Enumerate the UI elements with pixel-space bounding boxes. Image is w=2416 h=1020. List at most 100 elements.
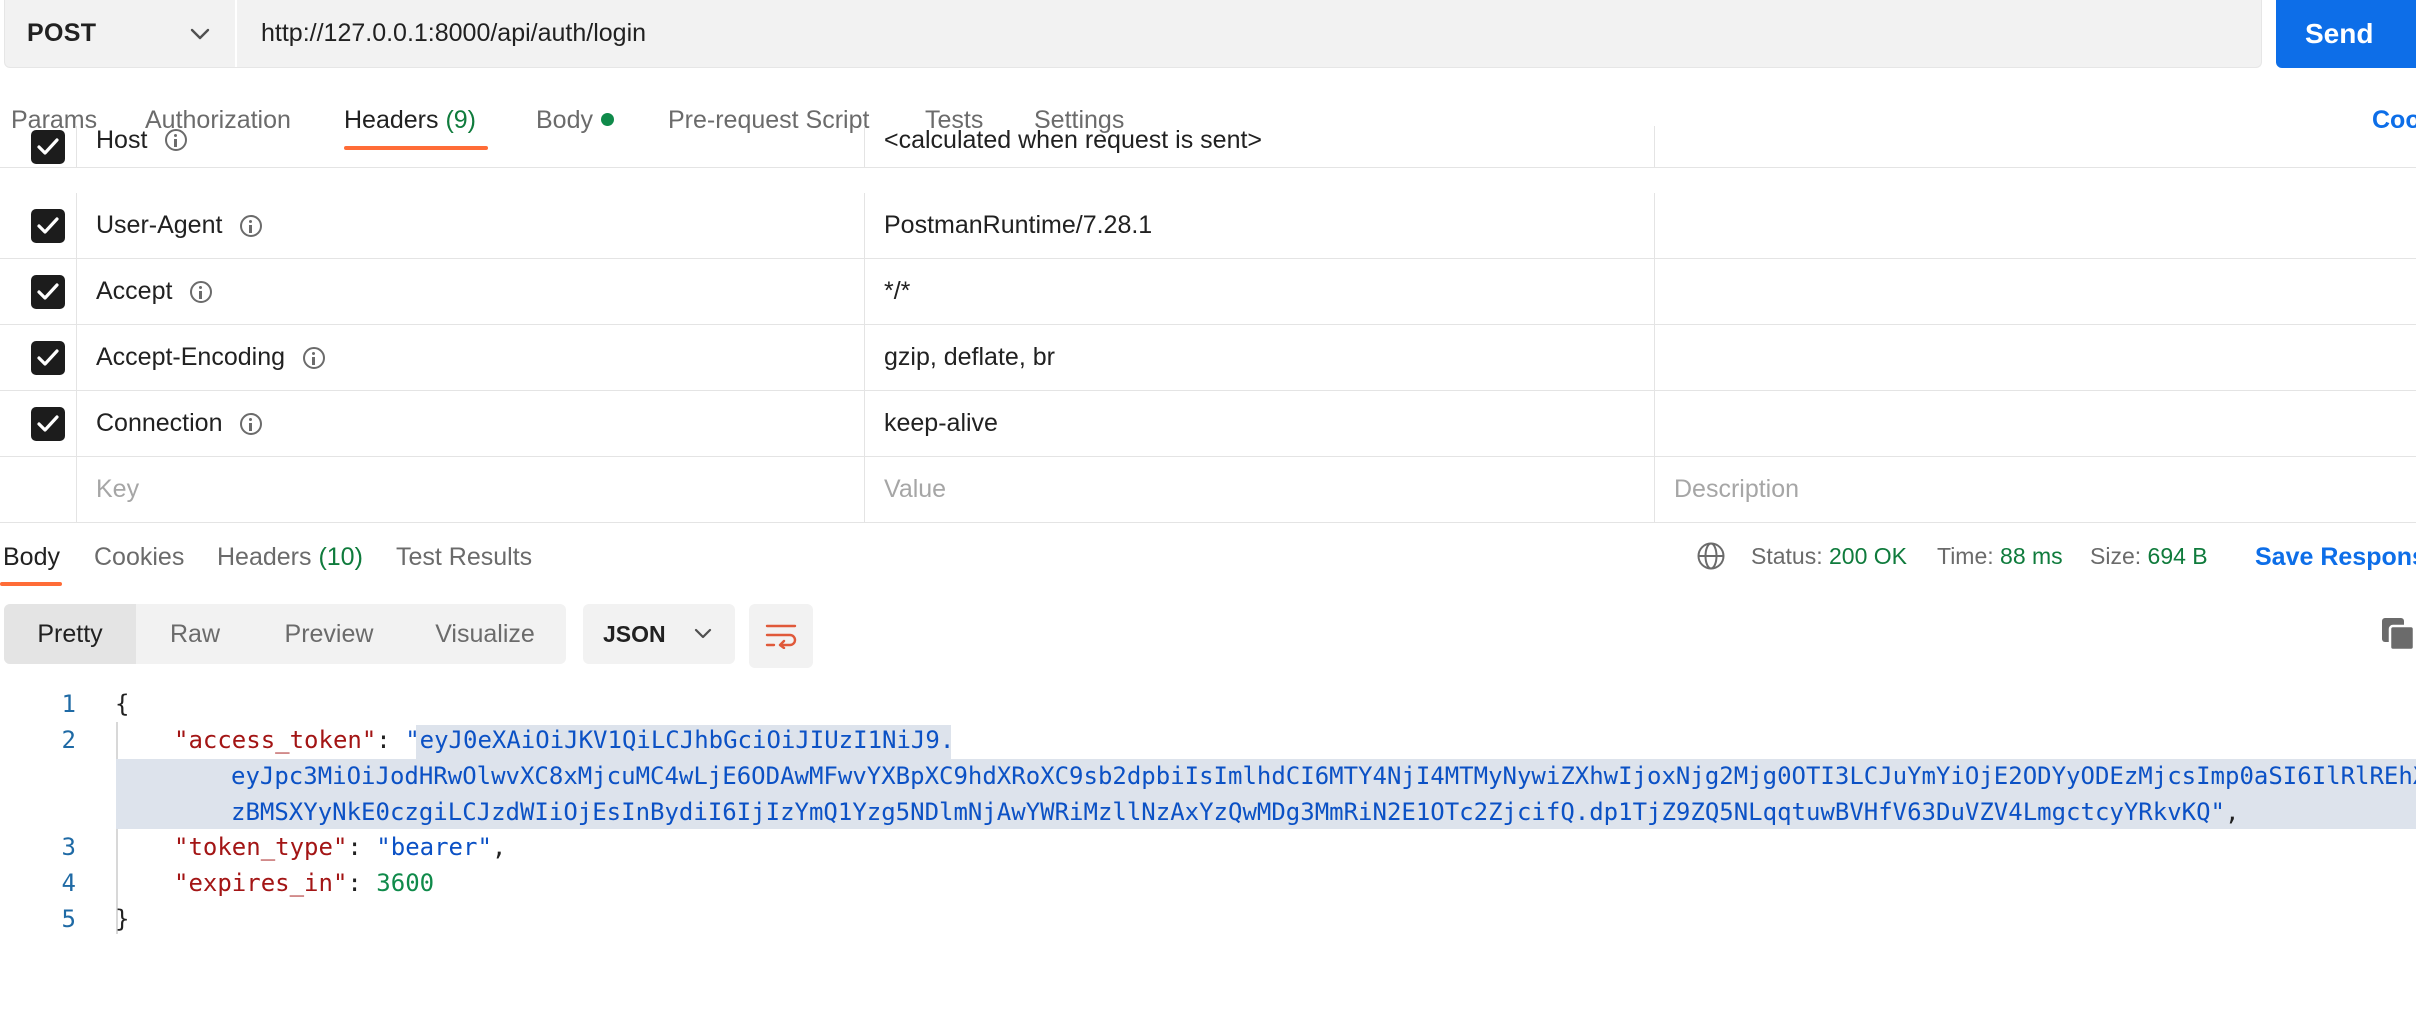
json-line-access-token: "access_token": "eyJ0eXAiOiJKV1QiLCJhbGc… [174,726,955,754]
row-checkbox-cell [0,325,77,390]
view-mode-pretty[interactable]: Pretty [4,604,136,664]
row-checkbox[interactable] [31,209,65,243]
view-mode-visualize[interactable]: Visualize [404,604,566,664]
json-key: "expires_in" [174,869,348,897]
row-checkbox-cell [0,126,77,167]
status-value: 200 OK [1829,543,1907,569]
table-row: Host <calculated when request is sent> [0,126,2416,168]
header-value: <calculated when request is sent> [884,126,1263,154]
json-key: "token_type" [174,833,348,861]
view-mode-segmented-control: Pretty Raw Preview Visualize [4,604,566,664]
response-tab-headers-count: (10) [318,543,363,571]
json-string-value: eyJpc3MiOiJodHRwOlwvXC8xMjcuMC4wLjE6ODAw… [231,762,2416,790]
checkmark-icon [37,283,59,300]
json-quote: " [405,726,420,754]
json-quote: " [2210,798,2225,826]
json-number-value: 3600 [376,869,435,897]
response-tab-headers[interactable]: Headers (10) [217,543,363,572]
header-key-cell[interactable]: Host [77,126,865,167]
send-button[interactable]: Send [2276,0,2416,68]
size-value: 694 B [2147,543,2208,569]
method-select[interactable]: POST [5,0,237,67]
chevron-down-icon [190,28,210,39]
header-key-cell[interactable]: User-Agent [77,193,865,258]
json-line-token-type: "token_type": "bearer", [174,833,507,861]
key-input[interactable]: Key [77,457,865,522]
copy-icon[interactable] [2380,616,2416,652]
header-value: keep-alive [884,409,998,437]
checkmark-icon [37,138,59,155]
status-indicator[interactable]: Status: 200 OK [1751,543,1907,570]
line-number: 4 [61,869,76,897]
json-string-value: "bearer" [376,833,492,861]
row-checkbox[interactable] [31,407,65,441]
info-icon[interactable] [303,346,326,369]
chevron-down-icon [694,628,712,639]
line-number: 2 [61,726,76,754]
header-key: Host [96,126,148,154]
request-url-bar: POST http://127.0.0.1:8000/api/auth/logi… [4,0,2262,68]
row-checkbox[interactable] [31,275,65,309]
line-number: 5 [61,905,76,933]
info-icon[interactable] [165,129,188,151]
response-tab-cookies[interactable]: Cookies [94,543,184,572]
wrap-lines-button[interactable] [749,604,813,668]
row-checkbox-cell [0,457,77,522]
description-input[interactable]: Description [1655,457,2416,522]
response-active-tab-indicator [0,582,62,586]
row-checkbox-cell [0,193,77,258]
json-string-value: eyJpc3MiOiJodHRwOlwvXC8xMjcuMC4wLjE6ODAw… [231,762,2416,790]
response-tab-test-results[interactable]: Test Results [396,543,532,572]
size-indicator[interactable]: Size: 694 B [2090,543,2208,570]
view-mode-preview[interactable]: Preview [254,604,404,664]
table-row: Connection keep-alive [0,391,2416,457]
header-description-cell[interactable] [1655,193,2416,258]
format-select[interactable]: JSON [583,604,735,664]
view-mode-raw[interactable]: Raw [136,604,254,664]
globe-icon[interactable] [1696,541,1726,571]
header-key-cell[interactable]: Connection [77,391,865,456]
response-tab-headers-label: Headers [217,543,312,571]
header-value-cell[interactable]: keep-alive [865,391,1655,456]
table-row: User-Agent PostmanRuntime/7.28.1 [0,193,2416,259]
header-description-cell[interactable] [1655,259,2416,324]
checkmark-icon [37,415,59,432]
row-checkbox[interactable] [31,341,65,375]
table-row: Accept-Encoding gzip, deflate, br [0,325,2416,391]
response-tab-body[interactable]: Body [3,543,60,572]
time-indicator[interactable]: Time: 88 ms [1937,543,2063,570]
header-description-cell[interactable] [1655,325,2416,390]
info-icon[interactable] [240,214,263,237]
header-key: Accept-Encoding [96,343,286,371]
header-description-cell[interactable] [1655,126,2416,167]
time-label: Time: [1937,543,1994,569]
header-key-cell[interactable]: Accept-Encoding [77,325,865,390]
header-key: Accept [96,277,173,305]
size-label: Size: [2090,543,2142,569]
header-value-cell[interactable]: */* [865,259,1655,324]
row-checkbox-cell [0,259,77,324]
header-description-cell[interactable] [1655,391,2416,456]
wrap-lines-icon [765,624,797,649]
checkmark-icon [37,217,59,234]
format-label: JSON [603,620,666,647]
header-value: PostmanRuntime/7.28.1 [884,211,1153,239]
table-row-new: Key Value Description [0,457,2416,523]
row-checkbox[interactable] [31,130,65,164]
table-row: Accept */* [0,259,2416,325]
save-response-button[interactable]: Save Respons [2255,543,2416,572]
url-input[interactable]: http://127.0.0.1:8000/api/auth/login [237,0,2261,67]
header-value-cell[interactable]: gzip, deflate, br [865,325,1655,390]
json-string-value: zBMSXYyNkE0czgiLCJzdWIiOjEsInBydiI6IjIzY… [231,798,2211,826]
line-number: 1 [61,690,76,718]
header-value-cell[interactable]: PostmanRuntime/7.28.1 [865,193,1655,258]
info-icon[interactable] [190,280,213,303]
row-checkbox-cell [0,391,77,456]
json-string-value: eyJ0eXAiOiJKV1QiLCJhbGciOiJIUzI1NiJ9. [419,726,955,754]
header-value-cell[interactable]: <calculated when request is sent> [865,126,1655,167]
json-string-value: zBMSXYyNkE0czgiLCJzdWIiOjEsInBydiI6IjIzY… [231,798,2240,826]
time-value: 88 ms [2000,543,2063,569]
header-key-cell[interactable]: Accept [77,259,865,324]
value-input[interactable]: Value [865,457,1655,522]
info-icon[interactable] [240,412,263,435]
